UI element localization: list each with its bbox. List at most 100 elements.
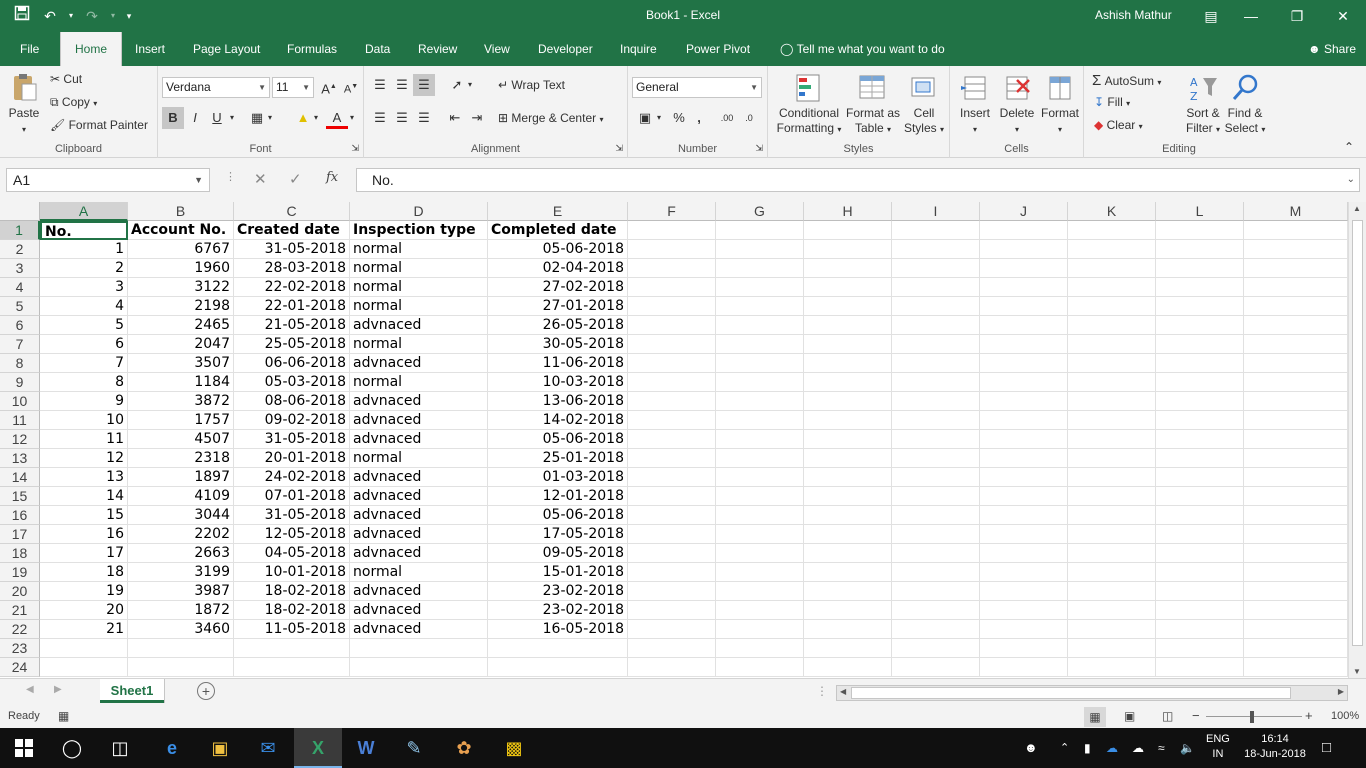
data-cell[interactable]: 5 bbox=[40, 316, 128, 335]
tab-view[interactable]: View bbox=[478, 32, 516, 66]
italic-button[interactable]: I bbox=[184, 107, 206, 129]
empty-cell[interactable] bbox=[980, 259, 1068, 278]
formula-bar-menu-icon[interactable]: ⋮ bbox=[225, 170, 236, 183]
data-cell[interactable]: normal bbox=[350, 240, 488, 259]
zoom-level[interactable]: 100% bbox=[1331, 710, 1359, 722]
empty-cell[interactable] bbox=[892, 658, 980, 677]
row-header[interactable]: 17 bbox=[0, 525, 40, 544]
empty-cell[interactable] bbox=[1156, 506, 1244, 525]
data-cell[interactable]: 3872 bbox=[128, 392, 234, 411]
empty-cell[interactable] bbox=[628, 221, 716, 240]
empty-cell[interactable] bbox=[716, 544, 804, 563]
increase-font-icon[interactable]: A▲ bbox=[318, 76, 340, 98]
data-cell[interactable]: 05-06-2018 bbox=[488, 430, 628, 449]
row-header[interactable]: 22 bbox=[0, 620, 40, 639]
data-cell[interactable]: normal bbox=[350, 563, 488, 582]
data-cell[interactable]: 20-01-2018 bbox=[234, 449, 350, 468]
data-cell[interactable]: 05-06-2018 bbox=[488, 240, 628, 259]
word-icon[interactable]: W bbox=[342, 728, 390, 768]
user-name[interactable]: Ashish Mathur bbox=[1095, 8, 1172, 22]
empty-cell[interactable] bbox=[1156, 487, 1244, 506]
outlook-icon[interactable]: ✉ bbox=[244, 728, 292, 768]
number-dialog-launcher-icon[interactable]: ⇲ bbox=[755, 143, 763, 154]
data-cell[interactable]: advnaced bbox=[350, 620, 488, 639]
empty-cell[interactable] bbox=[892, 392, 980, 411]
empty-cell[interactable] bbox=[804, 240, 892, 259]
empty-cell[interactable] bbox=[1068, 639, 1156, 658]
data-cell[interactable]: 05-06-2018 bbox=[488, 506, 628, 525]
battery-icon[interactable]: ▮ bbox=[1084, 728, 1091, 768]
empty-cell[interactable] bbox=[980, 316, 1068, 335]
empty-cell[interactable] bbox=[716, 278, 804, 297]
empty-cell[interactable] bbox=[980, 658, 1068, 677]
empty-cell[interactable] bbox=[1068, 278, 1156, 297]
empty-cell[interactable] bbox=[716, 316, 804, 335]
row-header[interactable]: 12 bbox=[0, 430, 40, 449]
empty-cell[interactable] bbox=[128, 658, 234, 677]
empty-cell[interactable] bbox=[1156, 278, 1244, 297]
align-right-icon[interactable]: ☰ bbox=[413, 107, 435, 129]
tab-developer[interactable]: Developer bbox=[532, 32, 599, 66]
empty-cell[interactable] bbox=[628, 430, 716, 449]
worksheet-grid[interactable]: ABCDEFGHIJKLM 1 2 3 4 5 6 7 8 9 10 11 12 13 14 15 16 17 1… bbox=[0, 202, 1366, 678]
empty-cell[interactable] bbox=[1244, 259, 1348, 278]
empty-cell[interactable] bbox=[892, 373, 980, 392]
empty-cell[interactable] bbox=[716, 601, 804, 620]
collapse-ribbon-icon[interactable]: ⌃ bbox=[1344, 140, 1354, 154]
empty-cell[interactable] bbox=[1068, 487, 1156, 506]
empty-cell[interactable] bbox=[980, 221, 1068, 240]
data-cell[interactable]: advnaced bbox=[350, 506, 488, 525]
column-header[interactable]: M bbox=[1244, 202, 1348, 221]
cortana-search-icon[interactable]: ◯ bbox=[48, 728, 96, 768]
data-cell[interactable]: 9 bbox=[40, 392, 128, 411]
macro-record-icon[interactable]: ▦ bbox=[58, 709, 69, 723]
enter-icon[interactable]: ✓ bbox=[289, 170, 302, 188]
data-cell[interactable]: 6 bbox=[40, 335, 128, 354]
data-cell[interactable]: 4109 bbox=[128, 487, 234, 506]
data-cell[interactable]: 2318 bbox=[128, 449, 234, 468]
insert-function-button[interactable]: fx bbox=[326, 170, 338, 185]
data-cell[interactable]: advnaced bbox=[350, 468, 488, 487]
data-cell[interactable]: 15 bbox=[40, 506, 128, 525]
next-sheet-icon[interactable]: ▶ bbox=[54, 684, 62, 695]
data-cell[interactable]: 31-05-2018 bbox=[234, 430, 350, 449]
volume-icon[interactable]: 🔈 bbox=[1180, 728, 1195, 768]
empty-cell[interactable] bbox=[716, 392, 804, 411]
data-cell[interactable]: 3 bbox=[40, 278, 128, 297]
column-header[interactable]: H bbox=[804, 202, 892, 221]
empty-cell[interactable] bbox=[40, 639, 128, 658]
data-cell[interactable]: advnaced bbox=[350, 601, 488, 620]
data-cell[interactable]: advnaced bbox=[350, 316, 488, 335]
align-center-icon[interactable]: ☰ bbox=[391, 107, 413, 129]
clock[interactable]: 16:14 18-Jun-2018 bbox=[1240, 732, 1310, 762]
cancel-icon[interactable]: ✕ bbox=[254, 170, 267, 188]
column-header[interactable]: J bbox=[980, 202, 1068, 221]
format-cells-button[interactable]: Format ▾ bbox=[1038, 72, 1082, 137]
empty-cell[interactable] bbox=[716, 240, 804, 259]
data-cell[interactable]: 2047 bbox=[128, 335, 234, 354]
data-cell[interactable]: 26-05-2018 bbox=[488, 316, 628, 335]
column-header[interactable]: K bbox=[1068, 202, 1156, 221]
empty-cell[interactable] bbox=[716, 335, 804, 354]
empty-cell[interactable] bbox=[1068, 449, 1156, 468]
empty-cell[interactable] bbox=[628, 316, 716, 335]
data-cell[interactable]: advnaced bbox=[350, 582, 488, 601]
empty-cell[interactable] bbox=[892, 354, 980, 373]
empty-cell[interactable] bbox=[804, 316, 892, 335]
language-indicator[interactable]: ENG IN bbox=[1206, 732, 1230, 762]
empty-cell[interactable] bbox=[1068, 620, 1156, 639]
insert-cells-button[interactable]: Insert ▾ bbox=[954, 72, 996, 137]
empty-cell[interactable] bbox=[716, 354, 804, 373]
onedrive-personal-icon[interactable]: ☁ bbox=[1132, 728, 1144, 768]
empty-cell[interactable] bbox=[804, 411, 892, 430]
empty-cell[interactable] bbox=[1244, 354, 1348, 373]
empty-cell[interactable] bbox=[980, 373, 1068, 392]
empty-cell[interactable] bbox=[1244, 639, 1348, 658]
format-painter-button[interactable]: 🖌 Format Painter bbox=[50, 118, 148, 132]
empty-cell[interactable] bbox=[1156, 297, 1244, 316]
header-cell[interactable]: Completed date bbox=[488, 221, 628, 240]
empty-cell[interactable] bbox=[488, 658, 628, 677]
empty-cell[interactable] bbox=[892, 240, 980, 259]
row-header[interactable]: 21 bbox=[0, 601, 40, 620]
data-cell[interactable]: 23-02-2018 bbox=[488, 601, 628, 620]
